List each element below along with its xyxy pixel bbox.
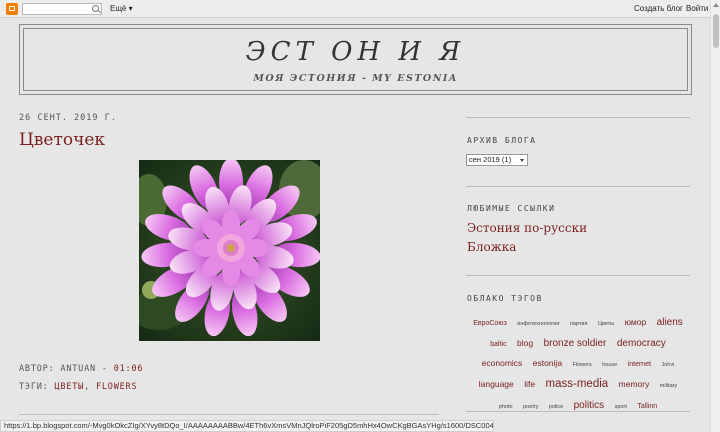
blog-header-frame: ЭСТ ОН И Я МОЯ ЭСТОНИЯ - MY ESTONIA [23, 28, 688, 91]
post-timestamp-link[interactable]: 01:06 [114, 364, 144, 374]
tag-cloud-item[interactable]: life [524, 376, 535, 393]
tag-link-flowers-ru[interactable]: ЦВЕТЫ [55, 382, 85, 392]
tag-cloud-item[interactable]: photo [499, 399, 513, 416]
tag-cloud-item[interactable]: poetry [523, 399, 538, 416]
tag-cloud-item[interactable]: инфотехнологии [517, 316, 559, 333]
blog-title[interactable]: ЭСТ ОН И Я [24, 37, 687, 67]
post-tags-line: ТЭГИ: ЦВЕТЫ, FLOWERS [19, 382, 137, 392]
archive-heading: АРХИВ БЛОГА [467, 136, 537, 145]
tag-cloud-item[interactable]: police [549, 399, 563, 416]
tag-cloud-item[interactable]: sport [615, 399, 627, 416]
sidebar-divider [466, 275, 690, 276]
tag-separator: , [84, 382, 96, 392]
more-menu[interactable]: Ещё ▾ [110, 4, 133, 13]
create-blog-link[interactable]: Создать блог [634, 4, 683, 13]
post-date: 26 СЕНТ. 2019 Г. [19, 113, 117, 123]
post-tags-label: ТЭГИ: [19, 382, 55, 392]
tag-cloud-item[interactable]: Flowers [573, 357, 592, 374]
blog-description: МОЯ ЭСТОНИЯ - MY ESTONIA [253, 73, 458, 84]
tag-cloud-item[interactable]: Tallinn [637, 398, 657, 415]
search-input[interactable] [22, 3, 102, 15]
tag-cloud-item[interactable]: internet [628, 356, 651, 373]
link-blozhka[interactable]: Бложка [467, 240, 516, 254]
blogger-logo-icon[interactable] [6, 3, 18, 15]
link-estonia-in-russian[interactable]: Эстония по-русски [467, 221, 587, 235]
tag-cloud-item[interactable]: Цветы [598, 316, 614, 333]
sidebar-divider [466, 411, 690, 412]
dahlia-flower-image [139, 160, 320, 341]
post-author-line: АВТОР: ANTUAN - 01:06 [19, 364, 143, 374]
status-bar-url: https://1.bp.blogspot.com/-Mvg0kOkcZIg/X… [0, 420, 494, 432]
chevron-down-icon [520, 159, 524, 162]
favorite-links-heading: ЛЮБИМЫЕ ССЫЛКИ [467, 204, 556, 213]
tag-cloud-item[interactable]: house [602, 357, 617, 374]
tag-cloud-item[interactable]: military [660, 378, 677, 395]
tag-cloud-item[interactable]: estonija [533, 355, 562, 372]
tag-cloud-item[interactable]: economics [482, 355, 523, 372]
tag-cloud-item[interactable]: baltic [490, 336, 506, 353]
tag-cloud-item[interactable]: Johvi [662, 357, 675, 374]
tag-cloud-item[interactable]: blog [517, 335, 533, 352]
sidebar-divider [466, 186, 690, 187]
tag-link-flowers[interactable]: FLOWERS [96, 382, 137, 392]
tag-cloud-item[interactable]: партия [570, 316, 588, 333]
login-link[interactable]: Войти [686, 4, 708, 13]
tag-cloud-item[interactable]: юмор [625, 314, 647, 331]
sidebar-divider [466, 117, 690, 118]
vertical-scrollbar[interactable] [710, 0, 720, 432]
tag-cloud-item[interactable]: democracy [617, 335, 666, 352]
tag-cloud-item[interactable]: aliens [657, 314, 683, 331]
post-author: АВТОР: ANTUAN - [19, 364, 114, 374]
archive-selected-value: сен 2019 (1) [469, 155, 512, 164]
post-title[interactable]: Цветочек [19, 130, 105, 150]
tag-cloud-item[interactable]: ЕвроСоюз [473, 315, 507, 332]
post-image-dahlia[interactable] [139, 160, 320, 341]
tag-cloud-item[interactable]: memory [619, 376, 650, 393]
tag-cloud-item[interactable]: mass-media [546, 376, 609, 393]
scroll-up-icon[interactable] [713, 3, 719, 7]
search-icon[interactable] [92, 5, 99, 12]
post-divider [19, 414, 439, 415]
archive-select[interactable]: сен 2019 (1) [466, 154, 528, 166]
tag-cloud-item[interactable]: language [479, 376, 514, 393]
blog-header: ЭСТ ОН И Я МОЯ ЭСТОНИЯ - MY ESTONIA [19, 24, 692, 95]
tag-cloud: ЕвроСоюз инфотехнологии партия Цветы юмо… [466, 312, 690, 416]
tag-cloud-heading: ОБЛАКО ТЭГОВ [467, 294, 543, 303]
scroll-thumb[interactable] [713, 14, 719, 48]
blogger-navbar: Ещё ▾ Создать блог Войти [0, 0, 710, 18]
tag-cloud-item[interactable]: bronze soldier [544, 335, 607, 352]
